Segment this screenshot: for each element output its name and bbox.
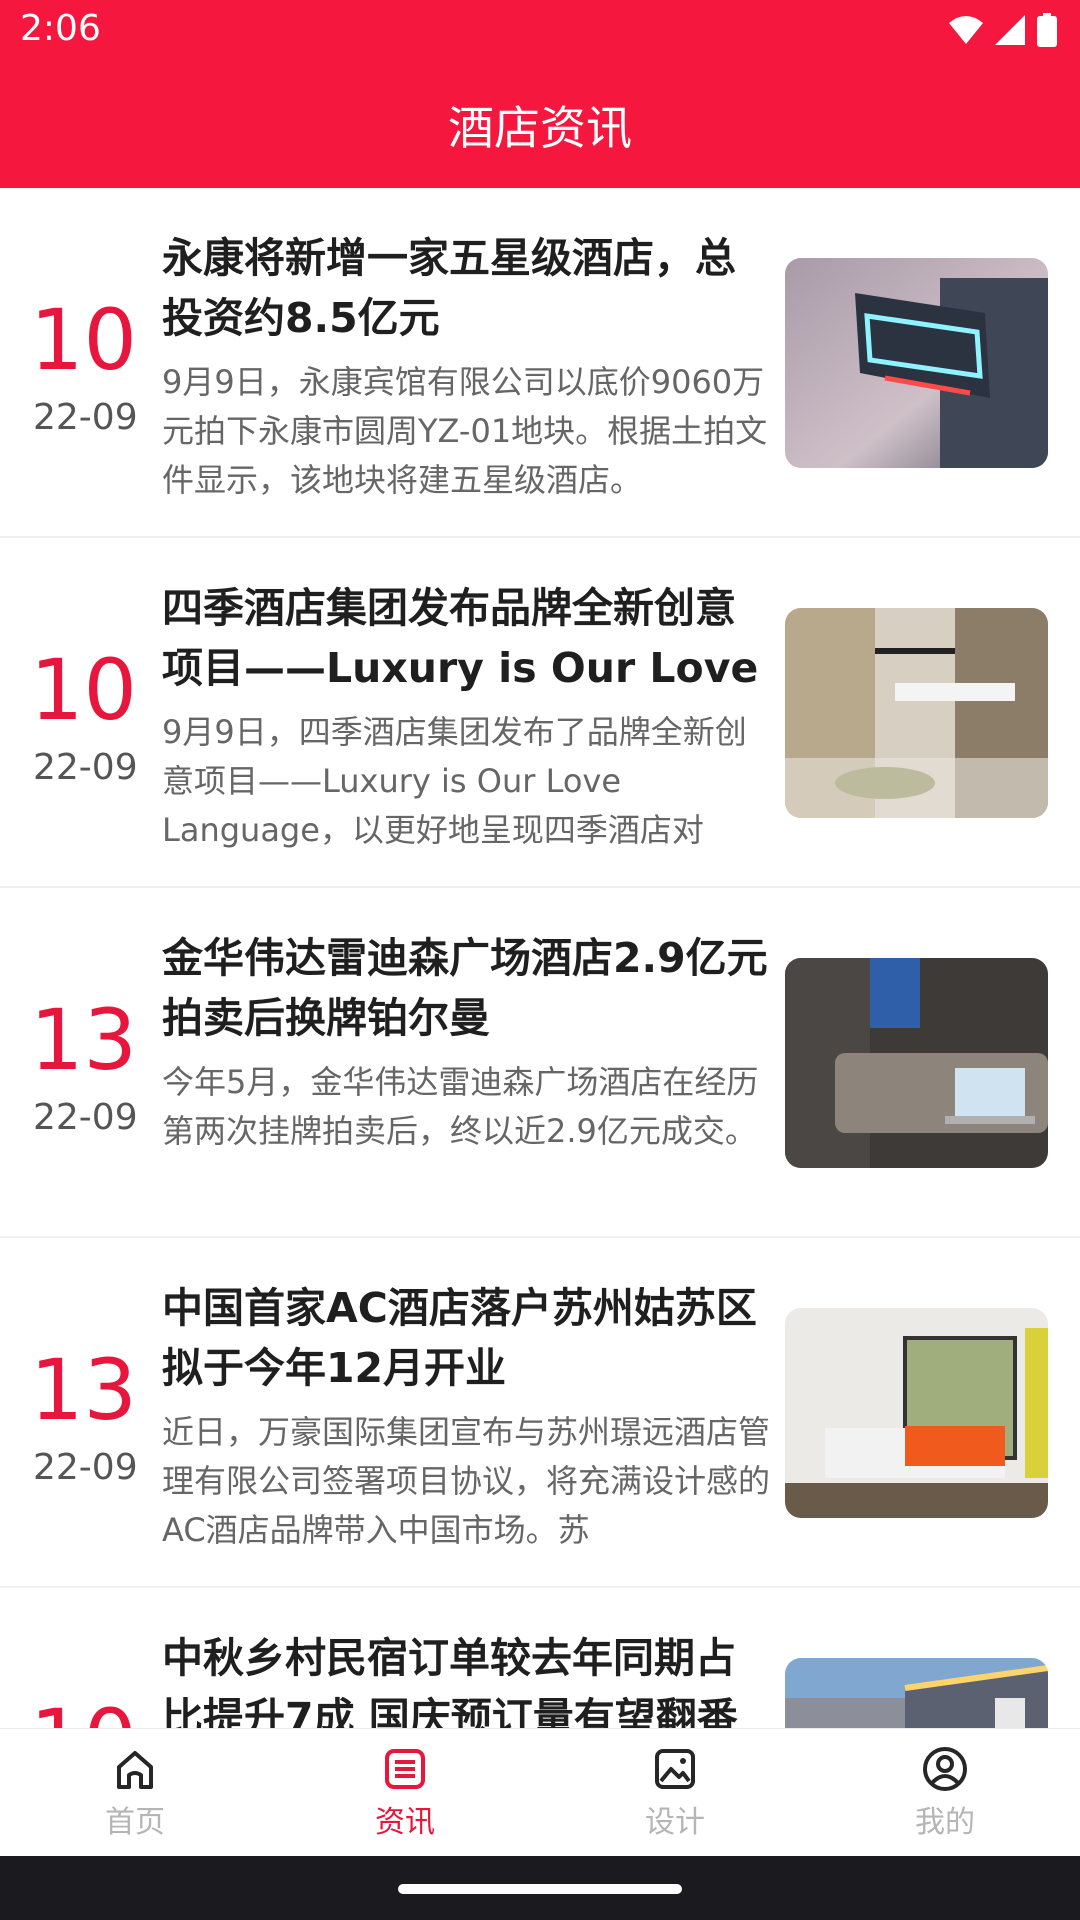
news-date: 22-09 [33,1097,138,1138]
homestay-building-image [785,1658,1048,1728]
tab-news[interactable]: 资讯 [270,1729,540,1857]
news-summary: 9月9日，永康宾馆有限公司以底价9060万元拍下永康市圆周YZ-01地块。根据土… [162,363,768,499]
signal-icon [995,15,1025,45]
tab-design[interactable]: 设计 [540,1729,810,1857]
status-time: 2:06 [20,8,101,49]
news-title: 中秋乡村民宿订单较去年同期占比提升7成 国庆预订量有望翻番 [162,1634,738,1728]
image-icon [655,1749,695,1789]
news-date: 22-09 [33,397,138,438]
news-item[interactable]: 10 22-09 中秋乡村民宿订单较去年同期占比提升7成 国庆预订量有望翻番 [0,1588,1080,1728]
news-list[interactable]: 10 22-09 永康将新增一家五星级酒店，总投资约8.5亿元 9月9日，永康宾… [0,188,1080,1728]
news-title: 四季酒店集团发布品牌全新创意项目——Luxury is Our Love L… [162,584,759,692]
news-item[interactable]: 10 22-09 四季酒店集团发布品牌全新创意项目——Luxury is Our… [0,538,1080,888]
news-item[interactable]: 10 22-09 永康将新增一家五星级酒店，总投资约8.5亿元 9月9日，永康宾… [0,188,1080,538]
status-icons [948,12,1058,48]
news-title: 中国首家AC酒店落户苏州姑苏区拟于今年12月开业 [162,1284,757,1392]
bottom-tab-bar: 首页 资讯 设计 我的 [0,1728,1080,1857]
news-day: 10 [30,641,137,739]
app-bar: 酒店资讯 [0,62,1080,188]
tab-design-label: 设计 [645,1805,705,1840]
tab-news-label: 资讯 [375,1805,435,1840]
news-date: 22-09 [33,1447,138,1488]
news-summary: 今年5月，金华伟达雷迪森广场酒店在经历第两次挂牌拍卖后，终以近2.9亿元成交。 [162,1063,759,1150]
news-day: 10 [30,291,137,389]
tab-profile-label: 我的 [915,1805,975,1840]
news-summary: 近日，万豪国际集团宣布与苏州璟远酒店管理有限公司签署项目协议，将充满设计感的AC… [162,1413,771,1549]
news-summary: 9月9日，四季酒店集团发布了品牌全新创意项目——Luxury is Our Lo… [162,713,747,849]
news-day: 13 [30,1341,137,1439]
wifi-icon [949,16,983,44]
hotel-bedroom-image [785,1308,1048,1518]
news-icon [385,1749,425,1789]
page-title: 酒店资讯 [448,101,632,155]
battery-icon [1037,13,1057,47]
news-date: 22-09 [33,747,138,788]
home-icon [117,1751,153,1789]
hotel-neon-sign-image [785,258,1048,468]
news-item[interactable]: 13 22-09 金华伟达雷迪森广场酒店2.9亿元拍卖后换牌铂尔曼 今年5月，金… [0,888,1080,1238]
tab-home[interactable]: 首页 [0,1729,270,1857]
news-title: 金华伟达雷迪森广场酒店2.9亿元拍卖后换牌铂尔曼 [162,934,768,1042]
news-item[interactable]: 13 22-09 中国首家AC酒店落户苏州姑苏区拟于今年12月开业 近日，万豪国… [0,1238,1080,1588]
system-nav-bar [0,1856,1080,1920]
status-bar: 2:06 [0,0,1080,62]
home-gesture-handle[interactable] [398,1884,682,1894]
news-day: 13 [30,991,137,1089]
news-day: 10 [30,1698,137,1728]
hotel-lobby-image [785,608,1048,818]
news-title: 永康将新增一家五星级酒店，总投资约8.5亿元 [162,234,736,342]
profile-icon [923,1747,967,1791]
tab-home-label: 首页 [105,1805,165,1840]
tab-profile[interactable]: 我的 [810,1729,1080,1857]
sofa-laptop-image [785,958,1048,1168]
